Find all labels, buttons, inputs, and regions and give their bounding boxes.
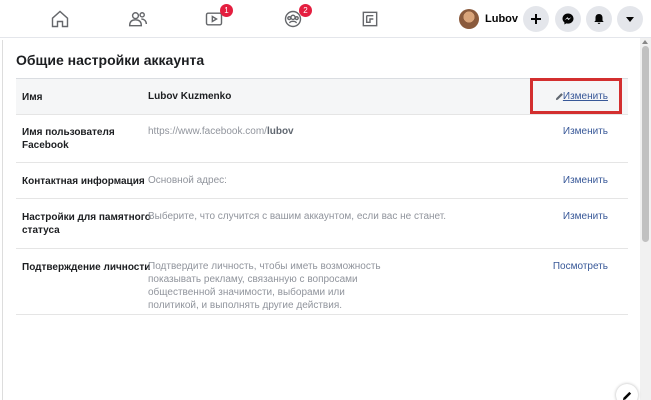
- groups-badge: 2: [299, 4, 312, 17]
- row-value: https://www.facebook.com/lubov: [148, 125, 294, 139]
- username-handle: lubov: [266, 126, 294, 137]
- settings-row-identity[interactable]: Подтверждение личности Подтвердите лично…: [16, 249, 628, 315]
- settings-row-contact[interactable]: Контактная информация Основной адрес: Из…: [16, 163, 628, 199]
- row-label: Имя пользователя Facebook: [22, 127, 115, 151]
- edit-contact-link[interactable]: Изменить: [563, 175, 608, 186]
- account-menu-button[interactable]: [617, 6, 643, 32]
- watch-badge: 1: [220, 4, 233, 17]
- messenger-button[interactable]: [555, 6, 581, 32]
- profile-name: Lubov: [485, 13, 518, 25]
- row-label: Контактная информация: [22, 176, 145, 187]
- row-label: Имя: [22, 92, 43, 103]
- settings-row-memorial[interactable]: Настройки для памятного статуса Выберите…: [16, 199, 628, 249]
- page-title: Общие настройки аккаунта: [16, 52, 205, 68]
- scroll-up-arrow-icon[interactable]: [642, 40, 648, 44]
- notifications-button[interactable]: [586, 6, 612, 32]
- watch-icon[interactable]: 1: [201, 4, 233, 32]
- row-value: Lubov Kuzmenko: [148, 91, 232, 102]
- row-label: Настройки для памятного статуса: [22, 212, 151, 236]
- friends-icon[interactable]: [125, 6, 151, 32]
- highlight-box: [530, 78, 622, 114]
- view-identity-link[interactable]: Посмотреть: [553, 261, 608, 272]
- settings-row-username[interactable]: Имя пользователя Facebook https://www.fa…: [16, 115, 628, 163]
- gaming-icon[interactable]: [357, 6, 383, 32]
- username-url-prefix: https://www.facebook.com/: [148, 126, 267, 137]
- messenger-icon: [562, 13, 574, 25]
- row-value: Основной адрес:: [148, 175, 227, 186]
- scroll-thumb[interactable]: [642, 46, 649, 242]
- row-label: Подтверждение личности: [22, 262, 151, 273]
- create-button[interactable]: [523, 6, 549, 32]
- profile-chip[interactable]: Lubov: [456, 6, 526, 32]
- edit-username-link[interactable]: Изменить: [563, 126, 608, 137]
- compose-icon: [622, 391, 631, 400]
- home-icon[interactable]: [47, 6, 73, 32]
- row-value: Подтвердите личность, чтобы иметь возмож…: [148, 261, 381, 311]
- top-navigation-bar: 1 2 Lubov: [0, 0, 651, 38]
- edit-memorial-link[interactable]: Изменить: [563, 211, 608, 222]
- plus-icon: [531, 14, 541, 24]
- scrollbar[interactable]: [640, 38, 651, 400]
- avatar: [459, 9, 479, 29]
- bell-icon: [594, 14, 604, 24]
- caret-down-icon: [626, 17, 634, 22]
- new-message-button[interactable]: [616, 384, 638, 400]
- row-value: Выберите, что случится с вашим аккаунтом…: [148, 211, 447, 222]
- groups-icon[interactable]: 2: [280, 4, 312, 32]
